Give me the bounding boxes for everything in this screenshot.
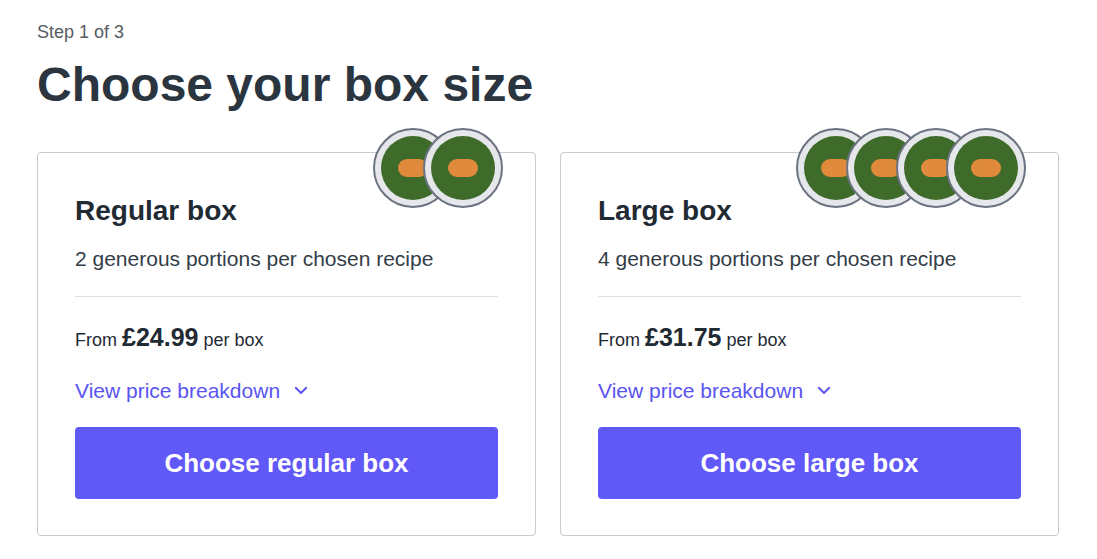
page: Step 1 of 3 Choose your box size Regular b… [0, 0, 1097, 559]
plate-image [423, 128, 503, 208]
page-heading: Choose your box size [37, 56, 1060, 114]
box-description: 4 generous portions per chosen recipe [598, 244, 1021, 274]
box-card: Large box4 generous portions per chosen … [560, 152, 1059, 536]
choose-box-button[interactable]: Choose regular box [75, 427, 498, 499]
price-breakdown-link[interactable]: View price breakdown [75, 375, 310, 407]
price: £24.99 [122, 319, 198, 357]
chevron-down-icon [292, 381, 310, 399]
box-options: Regular box2 generous portions per chose… [37, 152, 1060, 536]
price-breakdown-link[interactable]: View price breakdown [598, 375, 833, 407]
plate-images [796, 128, 1026, 208]
price-line: From£31.75per box [598, 319, 1021, 357]
divider [598, 296, 1021, 297]
box-description: 2 generous portions per chosen recipe [75, 244, 498, 274]
step-indicator: Step 1 of 3 [37, 20, 1060, 44]
choose-box-button[interactable]: Choose large box [598, 427, 1021, 499]
box-card: Regular box2 generous portions per chose… [37, 152, 536, 536]
divider [75, 296, 498, 297]
price: £31.75 [645, 319, 721, 357]
plate-images [373, 128, 503, 208]
price-line: From£24.99per box [75, 319, 498, 357]
chevron-down-icon [815, 381, 833, 399]
plate-image [946, 128, 1026, 208]
